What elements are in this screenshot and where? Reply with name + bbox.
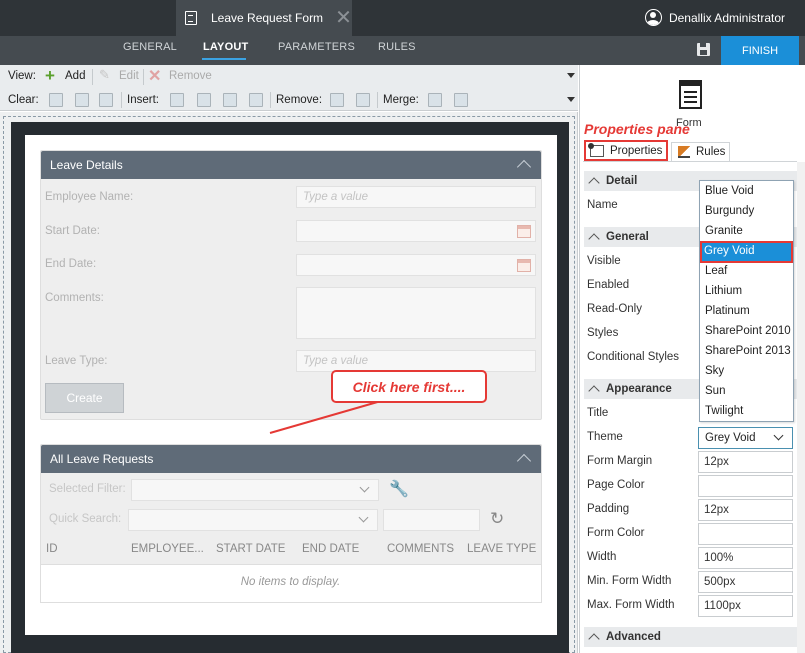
form-icon-line xyxy=(684,96,697,98)
property-read-only-label: Read-Only xyxy=(587,303,642,315)
property-styles-label: Styles xyxy=(587,327,619,339)
property-conditional-styles-label: Conditional Styles xyxy=(587,351,680,363)
property-visible-label: Visible xyxy=(587,255,621,267)
tab-rules-pane[interactable]: Rules xyxy=(671,142,730,161)
collapse-icon xyxy=(588,385,600,397)
max-form-width-input[interactable]: 1100px xyxy=(698,595,793,617)
theme-option[interactable]: SharePoint 2010 xyxy=(705,325,791,337)
theme-select[interactable]: Grey Void xyxy=(698,427,793,449)
page-color-input[interactable] xyxy=(698,475,793,497)
theme-option[interactable]: Twilight xyxy=(705,405,743,417)
property-page-color-label: Page Color xyxy=(587,479,645,491)
tab-properties[interactable]: Properties xyxy=(584,140,668,161)
theme-option[interactable]: Leaf xyxy=(705,265,727,277)
tab-rules-label: Rules xyxy=(696,146,726,158)
property-form-margin-label: Form Margin xyxy=(587,455,653,467)
theme-option[interactable]: Burgundy xyxy=(705,205,754,217)
theme-dropdown-list[interactable]: Blue Void Burgundy Granite Leaf Lithium … xyxy=(699,180,794,422)
theme-option[interactable]: Platinum xyxy=(705,305,750,317)
form-icon-line xyxy=(684,101,697,103)
property-theme-label: Theme xyxy=(587,431,623,443)
form-icon-line xyxy=(684,91,697,93)
properties-pane-annotation: Properties pane xyxy=(584,121,690,137)
theme-option[interactable]: SharePoint 2013 xyxy=(705,345,791,357)
property-name-label: Name xyxy=(587,199,618,211)
callout-pointer xyxy=(269,400,382,434)
property-max-form-width-label: Max. Form Width xyxy=(587,599,675,611)
theme-option-selected[interactable]: Grey Void xyxy=(700,241,793,263)
theme-option[interactable]: Lithium xyxy=(705,285,742,297)
form-icon-header xyxy=(681,82,700,86)
theme-option[interactable]: Sun xyxy=(705,385,725,397)
section-title: General xyxy=(606,231,649,243)
property-min-form-width-label: Min. Form Width xyxy=(587,575,672,587)
padding-input[interactable]: 12px xyxy=(698,499,793,521)
properties-icon xyxy=(588,142,604,157)
collapse-icon xyxy=(588,233,600,245)
gavel-icon xyxy=(678,146,690,158)
form-margin-input[interactable]: 12px xyxy=(698,451,793,473)
chevron-down-icon xyxy=(773,430,784,441)
tab-properties-label: Properties xyxy=(610,144,663,157)
theme-option[interactable]: Sky xyxy=(705,365,724,377)
property-enabled-label: Enabled xyxy=(587,279,630,291)
collapse-icon xyxy=(588,633,600,645)
property-form-color-label: Form Color xyxy=(587,527,645,539)
width-input[interactable]: 100% xyxy=(698,547,793,569)
theme-select-value: Grey Void xyxy=(705,432,756,444)
properties-scrollbar[interactable] xyxy=(797,162,805,653)
tab-underline xyxy=(583,161,797,162)
theme-option-selected-label: Grey Void xyxy=(704,245,755,257)
property-padding-label: Padding xyxy=(587,503,630,515)
section-title: Appearance xyxy=(606,383,672,395)
collapse-icon xyxy=(588,177,600,189)
theme-option[interactable]: Blue Void xyxy=(705,185,754,197)
min-form-width-input[interactable]: 500px xyxy=(698,571,793,593)
form-icon[interactable] xyxy=(679,80,702,109)
property-width-label: Width xyxy=(587,551,617,563)
property-title-label: Title xyxy=(587,407,609,419)
theme-option[interactable]: Granite xyxy=(705,225,743,237)
section-advanced[interactable]: Advanced xyxy=(584,627,797,647)
section-title: Advanced xyxy=(606,631,661,643)
section-title: Detail xyxy=(606,175,638,187)
click-here-callout: Click here first.... xyxy=(331,370,487,403)
form-color-input[interactable] xyxy=(698,523,793,545)
